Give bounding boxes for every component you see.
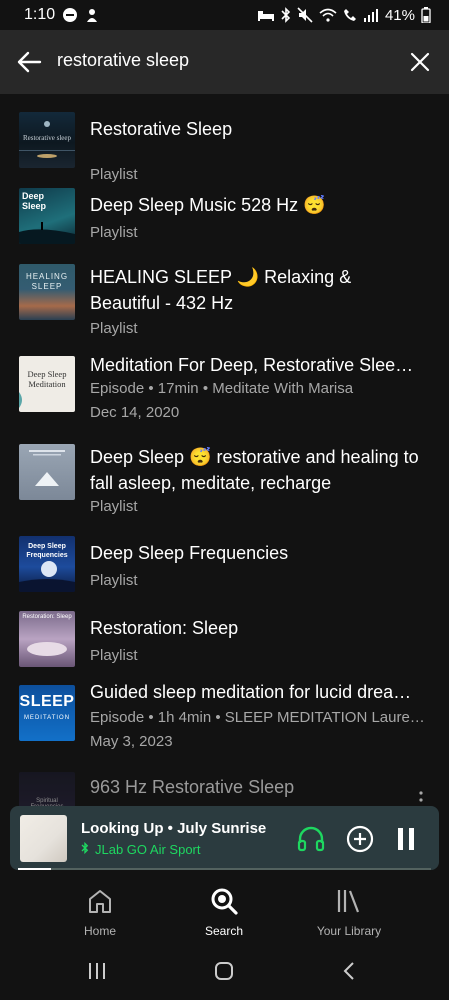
nav-home-label: Home (83, 924, 116, 938)
result-item[interactable]: HEALING SLEEP HEALING SLEEP 🌙 Relaxing &… (0, 264, 449, 337)
wifi-icon (319, 8, 337, 22)
battery-icon (421, 7, 431, 23)
result-title: Deep Sleep Frequencies (90, 543, 289, 563)
system-nav-bar (0, 942, 449, 1000)
sleep-mode-icon (257, 9, 275, 21)
back-arrow-icon (17, 51, 42, 73)
back-nav-icon[interactable] (334, 960, 364, 982)
clear-search-button[interactable] (405, 47, 435, 77)
bottom-nav: Home Search Your Library (0, 876, 449, 942)
status-time: 1:10 (24, 6, 56, 23)
back-button[interactable] (14, 47, 44, 77)
playback-progress (18, 868, 431, 870)
result-subtitle: Playlist (90, 572, 138, 589)
add-to-library-button[interactable] (345, 824, 375, 854)
nav-search-label: Search (204, 924, 244, 938)
result-title: Restorative Sleep (90, 119, 233, 139)
progress-fill (18, 868, 52, 870)
device-name: JLab GO Air Sport (95, 842, 201, 857)
result-title: Deep Sleep 😴 restorative and healing to … (90, 447, 419, 493)
result-item[interactable]: Restoration: Sleep Restoration: Sleep Pl… (0, 611, 449, 671)
cover-art: Deep Sleep (19, 188, 75, 244)
result-title: Guided sleep meditation for lucid drea… (90, 682, 412, 702)
result-subtitle: Playlist (90, 320, 138, 337)
result-subtitle: Episode • 17min • Meditate With Marisa (90, 380, 354, 397)
result-title: HEALING SLEEP 🌙 Relaxing & Beautiful - 4… (90, 267, 352, 313)
cover-text: HEALING SLEEP (25, 272, 69, 291)
cover-art: Restorative sleep (19, 112, 75, 168)
mute-icon (297, 7, 313, 23)
result-subtitle: Playlist (90, 224, 138, 241)
status-bar: 1:10 41% (0, 0, 449, 30)
result-item[interactable]: Deep Sleep Meditation Meditation For Dee… (0, 355, 449, 421)
result-subtitle: Episode • 1h 4min • SLEEP MEDITATION Lau… (90, 709, 425, 726)
nav-library-label: Your Library (316, 924, 382, 938)
nav-home[interactable]: Home (40, 886, 160, 938)
signal-icon (363, 8, 379, 22)
battery-percent: 41% (384, 6, 415, 24)
cover-art (19, 444, 75, 500)
result-title: Deep Sleep Music 528 Hz 😴 (90, 195, 326, 215)
result-item[interactable]: Deep Sleep Frequencies Deep Sleep Freque… (0, 536, 449, 596)
result-title: Meditation For Deep, Restorative Slee… (90, 355, 414, 375)
connected-device[interactable]: JLab GO Air Sport (81, 841, 201, 857)
result-subtitle: Playlist (90, 647, 138, 664)
nav-search[interactable]: Search (164, 886, 284, 938)
result-item[interactable]: SLEEP MEDITATION Guided sleep meditation… (0, 682, 449, 750)
result-subtitle: Playlist (90, 166, 138, 183)
cover-text: SLEEP (19, 693, 75, 710)
home-icon (40, 886, 160, 916)
cover-art: Deep Sleep Frequencies (19, 536, 75, 592)
headphones-icon[interactable] (295, 823, 327, 855)
home-button-icon[interactable] (209, 960, 239, 982)
result-subtitle: Playlist (90, 498, 138, 515)
cover-art: SLEEP MEDITATION (19, 685, 75, 741)
search-input[interactable]: restorative sleep (57, 50, 189, 71)
library-icon (289, 886, 409, 916)
result-item[interactable]: Deep Sleep 😴 restorative and healing to … (0, 444, 449, 515)
cover-subtext: MEDITATION (23, 715, 71, 721)
recent-apps-icon[interactable] (82, 960, 112, 982)
bluetooth-icon (81, 841, 89, 857)
nav-library[interactable]: Your Library (289, 886, 409, 938)
result-item[interactable]: Deep Sleep Deep Sleep Music 528 Hz 😴 Pla… (0, 188, 449, 248)
result-item[interactable]: Restorative sleep Restorative Sleep Play… (0, 112, 449, 183)
now-playing-title: Looking Up • July Sunrise (81, 820, 267, 837)
now-playing-art (20, 815, 67, 862)
cover-text: Restorative sleep (22, 134, 71, 142)
bluetooth-icon (281, 7, 291, 23)
cover-art: Deep Sleep Meditation (19, 356, 75, 412)
wifi-calling-icon (343, 8, 357, 22)
search-icon (164, 886, 284, 916)
result-title: 963 Hz Restorative Sleep (90, 777, 295, 797)
result-title: Restoration: Sleep (90, 618, 239, 638)
notification-icon (85, 7, 99, 23)
search-header: restorative sleep (0, 30, 449, 94)
cover-art: HEALING SLEEP (19, 264, 75, 320)
result-date: May 3, 2023 (90, 733, 173, 750)
cover-art: Restoration: Sleep (19, 611, 75, 667)
do-not-disturb-icon (62, 7, 78, 23)
close-icon (410, 52, 430, 72)
search-results-list: Restorative sleep Restorative Sleep Play… (0, 94, 449, 816)
mini-player[interactable]: Looking Up • July Sunrise JLab GO Air Sp… (10, 806, 439, 870)
result-date: Dec 14, 2020 (90, 404, 180, 421)
pause-button[interactable] (393, 824, 419, 854)
